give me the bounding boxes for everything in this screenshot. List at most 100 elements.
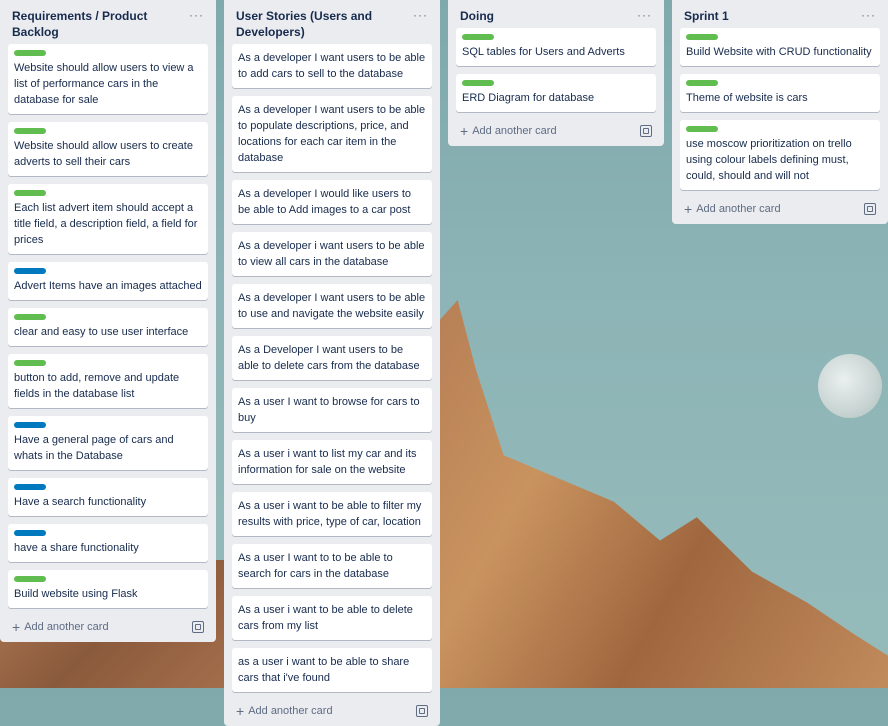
card-text: button to add, remove and update fields …: [14, 372, 180, 400]
card-text: As a developer i want users to be able t…: [238, 240, 425, 268]
card-text: Advert Items have an images attached: [14, 280, 202, 292]
card[interactable]: Website should allow users to create adv…: [8, 122, 208, 176]
card-text: As a user i want to be able to filter my…: [238, 500, 422, 528]
card-text: As a user I want to to be able to search…: [238, 552, 393, 580]
add-card-row: + Add another card: [456, 120, 656, 146]
card[interactable]: As a user I want to to be able to search…: [232, 544, 432, 588]
add-card-button[interactable]: + Add another card: [684, 202, 781, 216]
card-label-green: [14, 576, 46, 582]
list-header: Sprint 1 ···: [680, 0, 880, 28]
card-text: As a developer I want users to be able t…: [238, 52, 426, 80]
card[interactable]: As a user I want to browse for cars to b…: [232, 388, 432, 432]
add-card-row: + Add another card: [232, 700, 432, 726]
card[interactable]: As a user i want to be able to delete ca…: [232, 596, 432, 640]
card-label-green: [686, 80, 718, 86]
plus-icon: +: [236, 703, 245, 719]
card-text: clear and easy to use user interface: [14, 326, 189, 338]
list-header: Doing ···: [456, 0, 656, 28]
card[interactable]: As a developer I want users to be able t…: [232, 284, 432, 328]
card-text: use moscow prioritization on trello usin…: [686, 138, 852, 182]
card-text: SQL tables for Users and Adverts: [462, 46, 625, 58]
list-requirements: Requirements / Product Backlog ··· Websi…: [0, 0, 216, 642]
card-text: have a share functionality: [14, 542, 139, 554]
add-card-row: + Add another card: [8, 616, 208, 642]
card-label-blue: [14, 422, 46, 428]
card-text: As a developer I want users to be able t…: [238, 104, 426, 164]
card[interactable]: As a developer I want users to be able t…: [232, 96, 432, 172]
card-text: Build Website with CRUD functionality: [686, 46, 872, 58]
add-card-label: Add another card: [472, 125, 557, 137]
card-label-blue: [14, 484, 46, 490]
card-text: Website should allow users to view a lis…: [14, 62, 194, 106]
card-template-icon[interactable]: [192, 621, 204, 633]
add-card-label: Add another card: [696, 203, 781, 215]
card[interactable]: Build website using Flask: [8, 570, 208, 608]
card-template-icon[interactable]: [416, 705, 428, 717]
card-text: Have a search functionality: [14, 496, 147, 508]
add-card-button[interactable]: + Add another card: [236, 704, 333, 718]
card-text: As a user i want to list my car and its …: [238, 448, 417, 476]
card[interactable]: Build Website with CRUD functionality: [680, 28, 880, 66]
list-doing: Doing ··· SQL tables for Users and Adver…: [448, 0, 664, 146]
card[interactable]: Website should allow users to view a lis…: [8, 44, 208, 114]
background-rock-center: [430, 300, 888, 688]
card-label-green: [14, 314, 46, 320]
card[interactable]: have a share functionality: [8, 524, 208, 562]
plus-icon: +: [12, 619, 21, 635]
card[interactable]: ERD Diagram for database: [456, 74, 656, 112]
card-template-icon[interactable]: [864, 203, 876, 215]
card[interactable]: SQL tables for Users and Adverts: [456, 28, 656, 66]
card[interactable]: As a user i want to list my car and its …: [232, 440, 432, 484]
add-card-row: + Add another card: [680, 198, 880, 224]
card[interactable]: Have a search functionality: [8, 478, 208, 516]
card-text: As a user i want to be able to delete ca…: [238, 604, 413, 632]
card-text: As a developer I want users to be able t…: [238, 292, 426, 320]
background-moon: [818, 354, 882, 418]
card-label-green: [462, 34, 494, 40]
add-card-label: Add another card: [248, 705, 333, 717]
card-label-green: [462, 80, 494, 86]
add-card-button[interactable]: + Add another card: [460, 124, 557, 138]
plus-icon: +: [684, 201, 693, 217]
card-text: as a user i want to be able to share car…: [238, 656, 410, 684]
card-template-icon[interactable]: [640, 125, 652, 137]
card[interactable]: As a developer I would like users to be …: [232, 180, 432, 224]
card-text: As a user I want to browse for cars to b…: [238, 396, 420, 424]
list-header: User Stories (Users and Developers) ···: [232, 0, 432, 44]
list-title[interactable]: Requirements / Product Backlog: [12, 8, 189, 40]
card-text: Theme of website is cars: [686, 92, 808, 104]
card-label-green: [14, 128, 46, 134]
card-label-blue: [14, 530, 46, 536]
card[interactable]: button to add, remove and update fields …: [8, 354, 208, 408]
list-menu-icon[interactable]: ···: [637, 8, 652, 22]
card[interactable]: As a user i want to be able to filter my…: [232, 492, 432, 536]
card[interactable]: use moscow prioritization on trello usin…: [680, 120, 880, 190]
card[interactable]: As a developer i want users to be able t…: [232, 232, 432, 276]
card-label-green: [14, 190, 46, 196]
list-title[interactable]: Sprint 1: [684, 8, 729, 24]
card-text: Have a general page of cars and whats in…: [14, 434, 174, 462]
list-menu-icon[interactable]: ···: [861, 8, 876, 22]
card[interactable]: clear and easy to use user interface: [8, 308, 208, 346]
card-text: As a Developer I want users to be able t…: [238, 344, 420, 372]
card-text: Build website using Flask: [14, 588, 138, 600]
list-sprint-1: Sprint 1 ··· Build Website with CRUD fun…: [672, 0, 888, 224]
card[interactable]: Theme of website is cars: [680, 74, 880, 112]
list-header: Requirements / Product Backlog ···: [8, 0, 208, 44]
list-menu-icon[interactable]: ···: [189, 8, 204, 22]
list-title[interactable]: Doing: [460, 8, 494, 24]
card-label-green: [14, 360, 46, 366]
add-card-button[interactable]: + Add another card: [12, 620, 109, 634]
list-menu-icon[interactable]: ···: [413, 8, 428, 22]
card[interactable]: as a user i want to be able to share car…: [232, 648, 432, 692]
card[interactable]: As a developer I want users to be able t…: [232, 44, 432, 88]
card-label-green: [686, 126, 718, 132]
add-card-label: Add another card: [24, 621, 109, 633]
card[interactable]: Have a general page of cars and whats in…: [8, 416, 208, 470]
card[interactable]: Each list advert item should accept a ti…: [8, 184, 208, 254]
card[interactable]: Advert Items have an images attached: [8, 262, 208, 300]
list-title[interactable]: User Stories (Users and Developers): [236, 8, 413, 40]
card[interactable]: As a Developer I want users to be able t…: [232, 336, 432, 380]
card-text: Website should allow users to create adv…: [14, 140, 193, 168]
card-label-green: [14, 50, 46, 56]
